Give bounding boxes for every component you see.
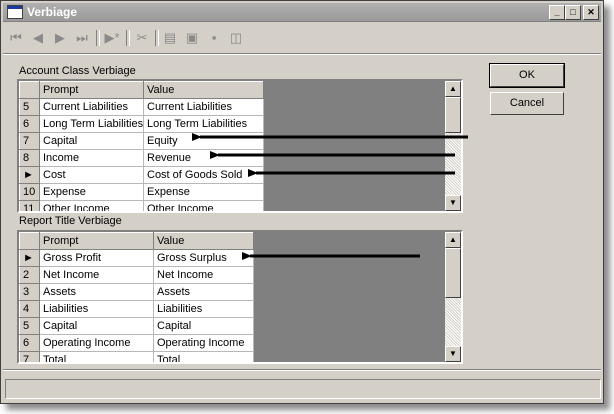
annotation-arrows — [192, 133, 468, 260]
